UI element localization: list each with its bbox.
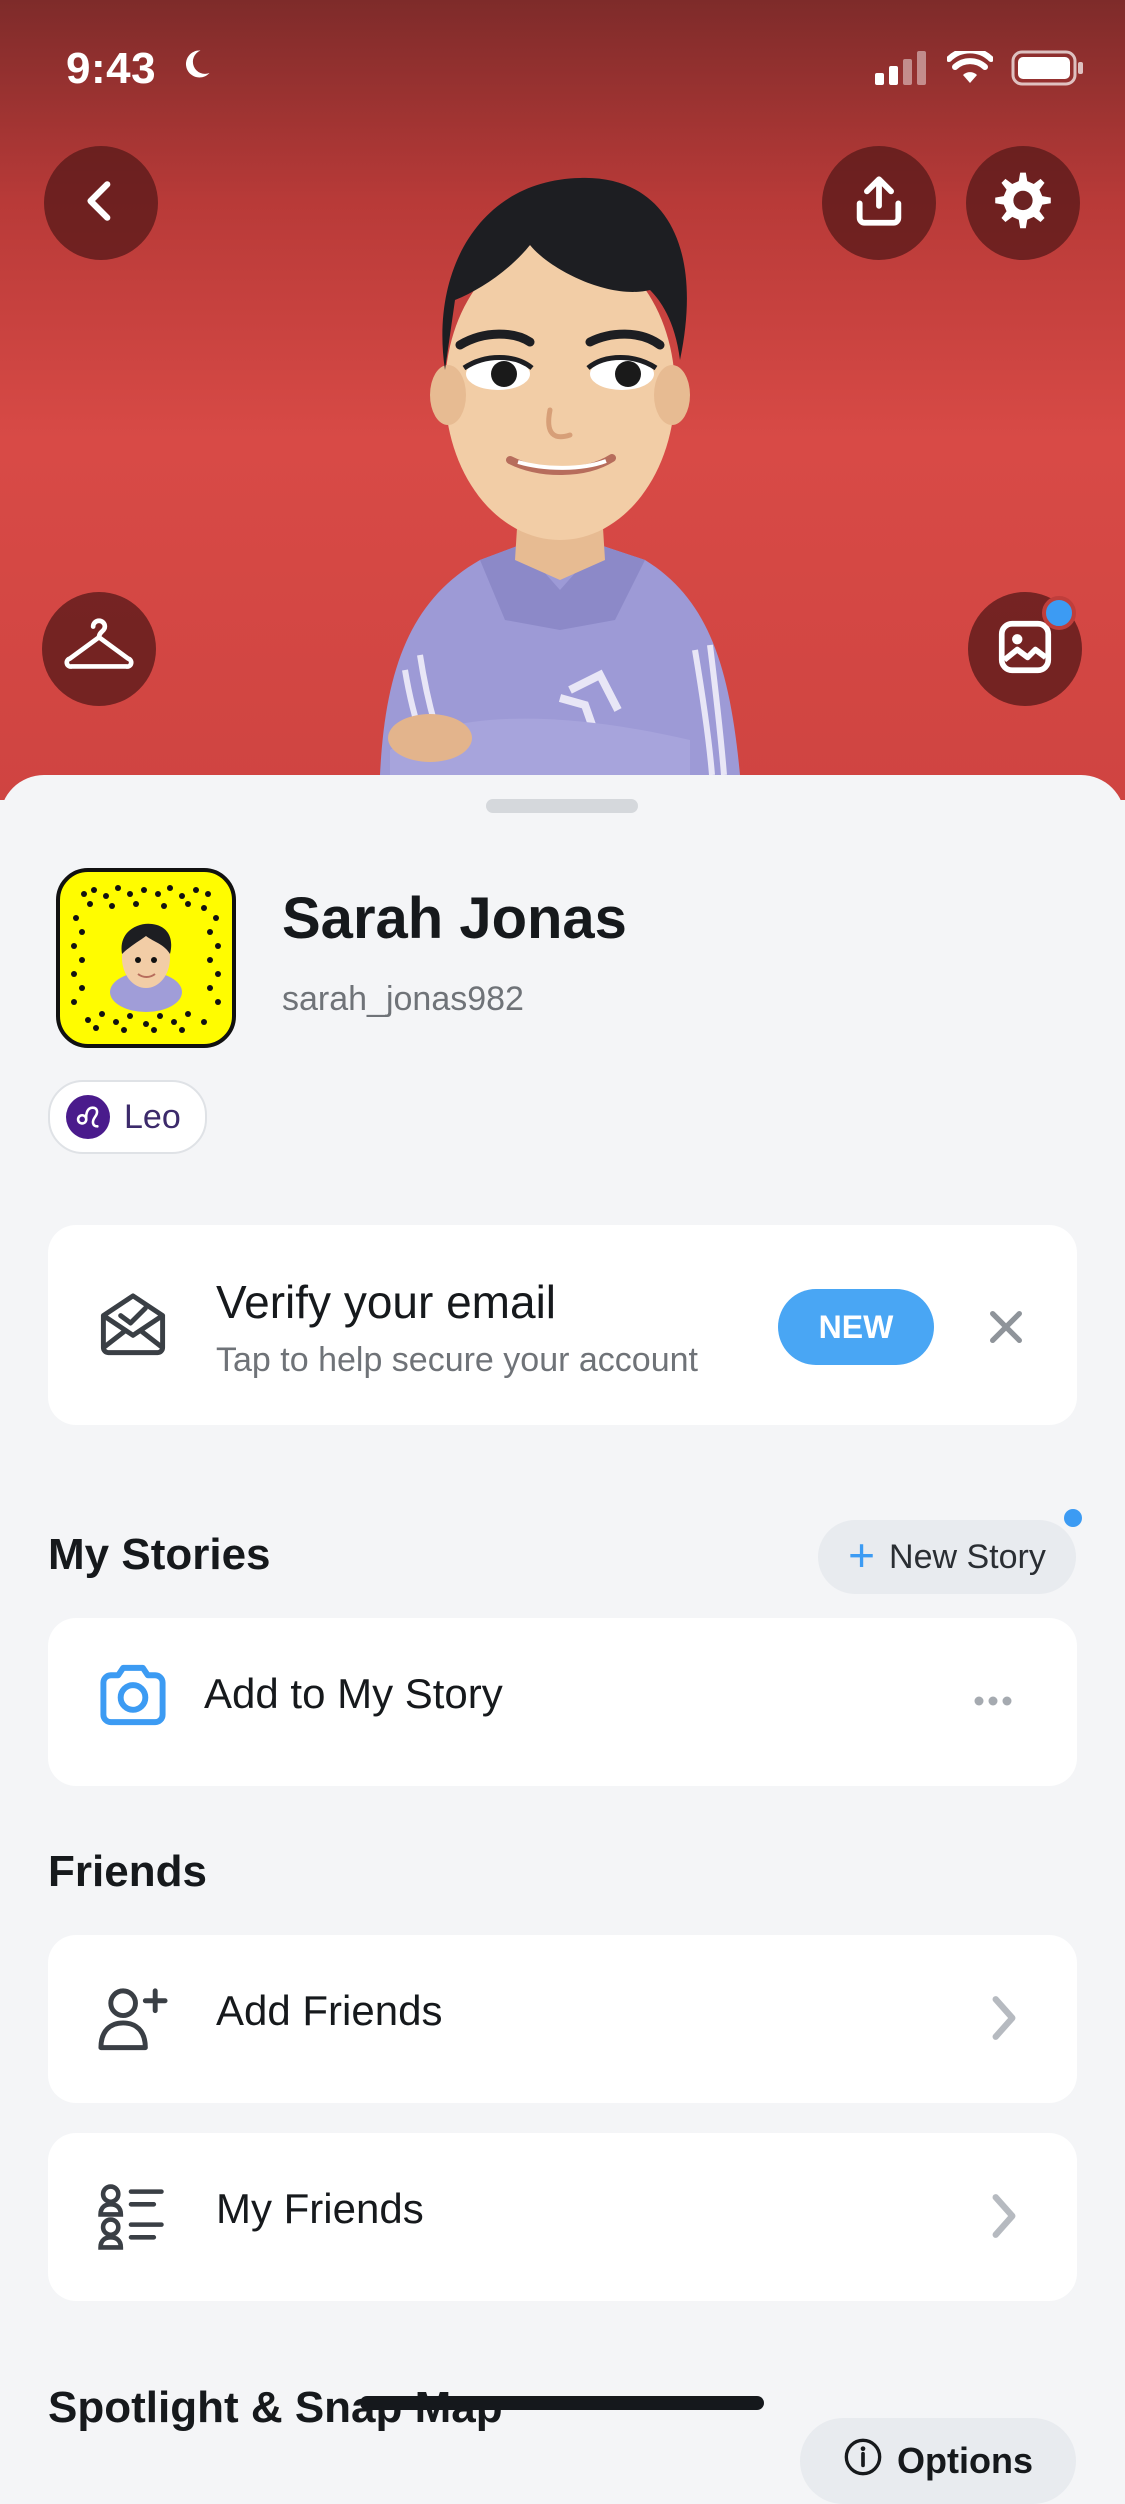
moon-icon (178, 46, 214, 87)
new-story-button[interactable]: + New Story (818, 1520, 1076, 1594)
add-friend-icon (96, 1983, 170, 2058)
options-button[interactable]: Options (800, 2418, 1076, 2504)
info-icon (843, 2437, 883, 2486)
options-label: Options (897, 2440, 1033, 2481)
mail-check-icon (96, 1287, 170, 1364)
leo-icon (66, 1095, 110, 1139)
my-stories-title: My Stories (48, 1530, 271, 1579)
wifi-icon (946, 47, 994, 90)
verify-subtitle: Tap to help secure your account (216, 1341, 698, 1379)
snapcode[interactable] (56, 868, 236, 1048)
my-friends-row[interactable]: My Friends (48, 2133, 1077, 2301)
add-friends-row[interactable]: Add Friends (48, 1935, 1077, 2103)
plus-icon: + (848, 1529, 876, 1581)
back-icon (76, 176, 126, 231)
verify-email-card[interactable]: Verify your email Tap to help secure you… (48, 1225, 1077, 1425)
status-time: 9:43 (66, 44, 157, 93)
settings-icon (989, 167, 1057, 240)
sheet-grabber[interactable] (486, 799, 638, 813)
chevron-right-icon (987, 2191, 1021, 2246)
new-story-label: New Story (889, 1537, 1046, 1576)
friends-title: Friends (48, 1847, 207, 1896)
back-button[interactable] (44, 146, 158, 260)
add-friends-label: Add Friends (216, 1987, 443, 2034)
settings-button[interactable] (966, 146, 1080, 260)
profile-sheet: Sarah Jonas sarah_jonas982 Leo Verify yo… (0, 775, 1125, 2504)
friend-list-icon (98, 2181, 164, 2258)
notification-dot (1042, 596, 1076, 630)
my-friends-label: My Friends (216, 2185, 424, 2232)
add-to-my-story-row[interactable]: Add to My Story (48, 1618, 1077, 1786)
verify-title: Verify your email (216, 1276, 557, 1328)
username: sarah_jonas982 (282, 980, 524, 1018)
battery-icon (1011, 50, 1085, 91)
chevron-right-icon (987, 1993, 1021, 2048)
share-icon (850, 172, 908, 235)
status-bar: 9:43 (0, 40, 1125, 100)
signal-icon (875, 51, 929, 90)
more-icon[interactable] (973, 1694, 1013, 1712)
camera-icon (96, 1662, 170, 1733)
new-badge: NEW (778, 1289, 934, 1365)
zodiac-label: Leo (124, 1097, 181, 1136)
new-story-dot (1064, 1509, 1082, 1527)
hanger-icon (64, 617, 134, 682)
add-to-my-story-label: Add to My Story (204, 1670, 503, 1717)
bitmoji-avatar[interactable] (360, 150, 760, 780)
close-icon[interactable] (986, 1307, 1026, 1352)
home-indicator[interactable] (360, 2396, 764, 2410)
bitmoji-header: 9:43 (0, 0, 1125, 800)
share-button[interactable] (822, 146, 936, 260)
zodiac-chip[interactable]: Leo (48, 1080, 207, 1154)
wardrobe-button[interactable] (42, 592, 156, 706)
display-name: Sarah Jonas (282, 886, 627, 951)
